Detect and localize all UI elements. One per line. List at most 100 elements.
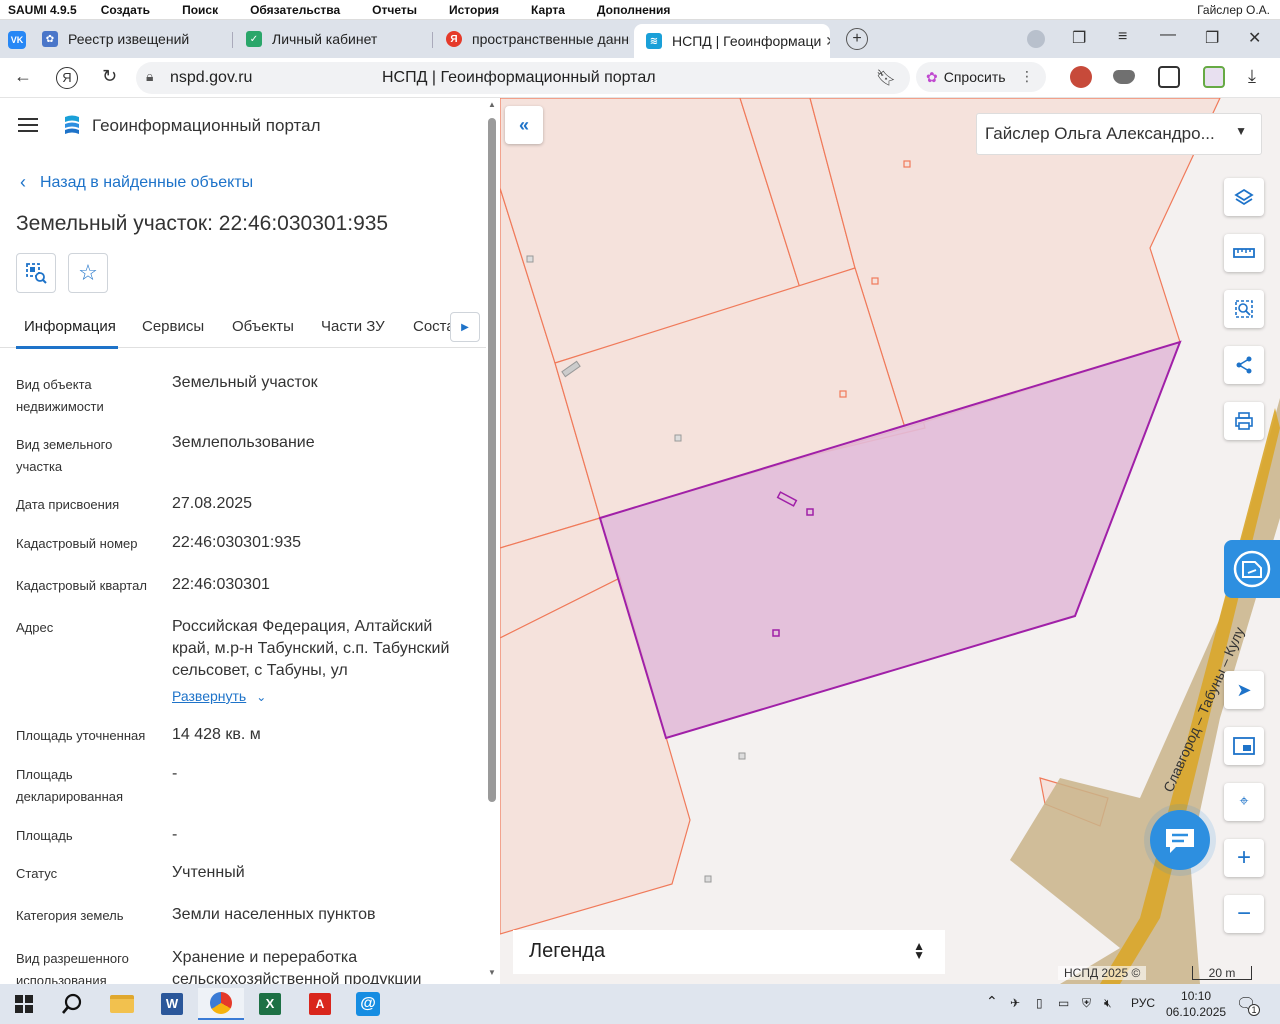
reports-side-tab[interactable] [1224, 540, 1280, 598]
usb-icon[interactable]: ▯ [1036, 996, 1043, 1010]
panel-scrollbar[interactable]: ▲ ▼ [486, 100, 498, 980]
start-button[interactable] [4, 988, 44, 1020]
field-value-address: Российская Федерация, Алтайский край, м.… [172, 618, 450, 679]
volume-muted-icon[interactable]: 🔇︎ [1104, 996, 1112, 1011]
geolocation-button[interactable]: ⌖ [1224, 783, 1264, 821]
field-value-permitted-use: Хранение и переработка сельскохозяйствен… [172, 949, 422, 984]
share-button[interactable] [1224, 346, 1264, 384]
bookmark-icon[interactable]: 🔖︎ [876, 68, 896, 88]
minimize-icon[interactable]: — [1160, 26, 1176, 44]
favorite-button[interactable]: ☆ [68, 253, 108, 293]
chevron-up-icon[interactable]: ⌃ [986, 993, 998, 1010]
vk-logo-icon[interactable]: VK [8, 31, 26, 49]
new-tab-button[interactable]: + [846, 28, 868, 50]
field-label-parcel-type: Вид земельного участка [16, 437, 113, 474]
tab-information[interactable]: Информация [24, 318, 116, 335]
menu-obligations[interactable]: Обязательства [242, 3, 340, 17]
field-value-cadastral-number: 22:46:030301:935 [172, 534, 302, 551]
building[interactable] [674, 434, 682, 442]
chevron-left-icon: ‹ [20, 172, 26, 192]
menu-create[interactable]: Создать [93, 3, 150, 17]
zoom-in-button[interactable]: + [1224, 839, 1264, 877]
measure-button[interactable] [1224, 234, 1264, 272]
tabs-scroll-right-button[interactable]: ▶ [450, 312, 480, 342]
tab-nspd[interactable]: ≋ НСПД | Геоинформаци ✕ [634, 24, 830, 58]
yandex-browser-icon [210, 992, 232, 1014]
browser-tab-strip: VK ✿ Реестр извещений ✓ Личный кабинет Я… [0, 20, 1280, 58]
legend-panel[interactable]: Легенда ▲ ▼ [513, 930, 945, 974]
chat-button[interactable] [1150, 810, 1210, 870]
collections-icon[interactable]: ❐ [1072, 28, 1086, 48]
input-language[interactable]: РУС [1131, 996, 1155, 1010]
building[interactable] [738, 752, 746, 760]
excel-button[interactable]: X [250, 988, 290, 1020]
menu-map[interactable]: Карта [523, 3, 565, 17]
more-dots-icon[interactable]: ⋮ [1020, 68, 1034, 85]
shield-icon[interactable]: ⛨ [1082, 996, 1091, 1011]
back-to-results-link[interactable]: ‹ Назад в найденные объекты [20, 172, 253, 193]
tab-composition[interactable]: Соста [413, 318, 455, 335]
scroll-down-icon[interactable]: ▼ [488, 968, 496, 977]
zoom-out-button[interactable]: − [1224, 895, 1264, 933]
menu-reports[interactable]: Отчеты [364, 3, 417, 17]
profile-icon[interactable] [1027, 30, 1045, 48]
clock[interactable]: 10:10 06.10.2025 [1166, 988, 1226, 1020]
field-value-status: Учтенный [172, 864, 245, 881]
word-button[interactable]: W [152, 988, 192, 1020]
extension-icon-4[interactable] [1203, 66, 1225, 88]
print-button[interactable] [1224, 402, 1264, 440]
mail-button[interactable]: @ [348, 988, 388, 1020]
close-window-icon[interactable]: ✕ [1248, 28, 1261, 48]
search-button[interactable] [52, 988, 92, 1020]
menu-search[interactable]: Поиск [174, 3, 218, 17]
tab-parts[interactable]: Части ЗУ [321, 318, 385, 335]
ask-alice-button[interactable]: ✿ Спросить ⋮ [916, 62, 1046, 92]
select-on-map-button[interactable] [16, 253, 56, 293]
network-icon[interactable]: ▭ [1058, 996, 1069, 1010]
notification-count: 1 [1248, 1004, 1260, 1016]
hamburger-menu-icon[interactable] [18, 118, 38, 132]
field-value-assign-date: 27.08.2025 [172, 495, 253, 512]
tray-app-icon[interactable]: ✈ [1010, 996, 1020, 1010]
user-select-dropdown[interactable]: Гайслер Ольга Александро... ▼ [976, 113, 1262, 155]
building[interactable] [704, 875, 712, 883]
triangle-right-icon: ▶ [461, 321, 469, 333]
close-tab-icon[interactable]: ✕ [825, 33, 830, 50]
field-label-area-declared: Площадь декларированная [16, 767, 124, 804]
extension-icon-1[interactable] [1070, 66, 1092, 88]
minimap-button[interactable] [1224, 727, 1264, 765]
tab-objects[interactable]: Объекты [232, 318, 294, 335]
menu-icon[interactable]: ≡ [1118, 28, 1127, 46]
yandex-browser-button[interactable] [198, 988, 244, 1020]
map-scale: 20 m [1192, 966, 1252, 980]
yandex-home-icon[interactable]: Я [56, 67, 78, 89]
menu-extras[interactable]: Дополнения [589, 3, 670, 17]
acrobat-button[interactable]: A [300, 988, 340, 1020]
expand-address-link[interactable]: Развернуть ⌄ [172, 688, 266, 704]
layers-button[interactable] [1224, 178, 1264, 216]
scroll-up-icon[interactable]: ▲ [488, 100, 496, 109]
tab-services[interactable]: Сервисы [142, 318, 204, 335]
select-area-button[interactable] [1224, 290, 1264, 328]
expand-collapse-icon[interactable]: ▲ ▼ [913, 940, 925, 961]
menu-history[interactable]: История [441, 3, 499, 17]
reload-icon[interactable]: ↻ [102, 66, 117, 87]
tab-notices[interactable]: ✿ Реестр извещений [30, 24, 230, 54]
address-bar[interactable]: 🔒︎ nspd.gov.ru НСПД | Геоинформационный … [136, 62, 910, 94]
sparkle-icon: ✿ [926, 68, 938, 85]
extension-icon-3[interactable] [1158, 66, 1180, 88]
download-icon[interactable]: ⤓ [1248, 66, 1256, 87]
page-title-text: НСПД | Геоинформационный портал [382, 69, 656, 86]
collapse-panel-button[interactable]: « [505, 106, 543, 144]
tab-spatial-data[interactable]: Я пространственные данны [434, 24, 630, 54]
restore-icon[interactable]: ❐ [1205, 28, 1219, 48]
file-explorer-button[interactable] [102, 988, 142, 1020]
tab-personal-cabinet[interactable]: ✓ Личный кабинет [234, 24, 430, 54]
scrollbar-thumb[interactable] [488, 118, 496, 802]
notification-center-button[interactable]: 🗨︎ 1 [1236, 994, 1260, 1016]
locate-button[interactable]: ➤ [1224, 671, 1264, 709]
back-arrow-icon[interactable]: ← [14, 66, 32, 87]
building[interactable] [526, 255, 534, 263]
extension-icon-2[interactable] [1113, 70, 1135, 84]
ruler-icon [1233, 248, 1255, 258]
